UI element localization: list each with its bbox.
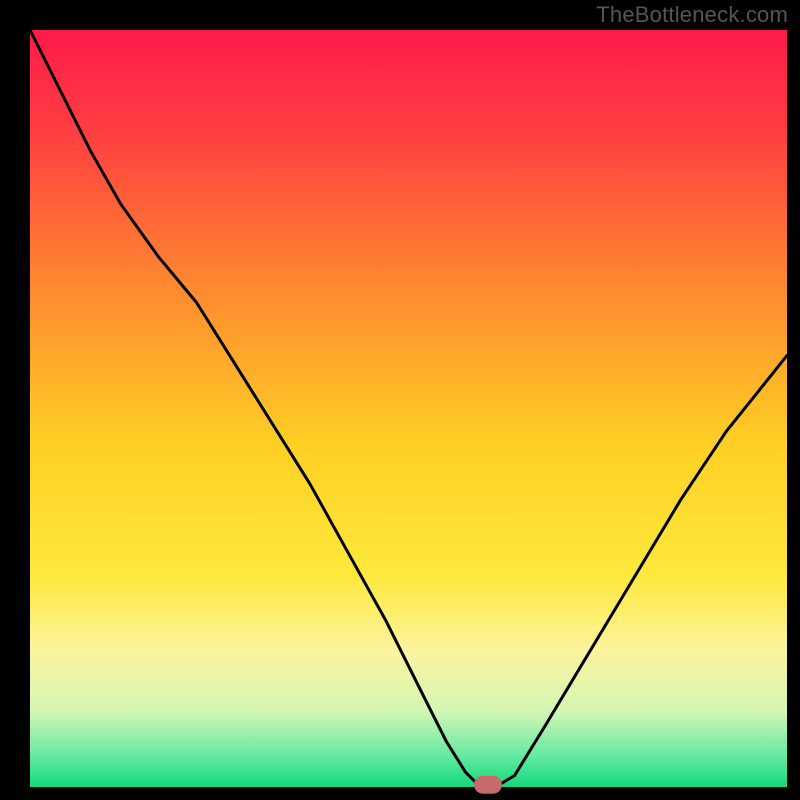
watermark-text: TheBottleneck.com xyxy=(596,2,788,28)
chart-background-gradient xyxy=(30,30,787,787)
bottleneck-chart xyxy=(0,0,800,800)
chart-container xyxy=(0,0,800,800)
bottleneck-marker xyxy=(474,776,502,794)
